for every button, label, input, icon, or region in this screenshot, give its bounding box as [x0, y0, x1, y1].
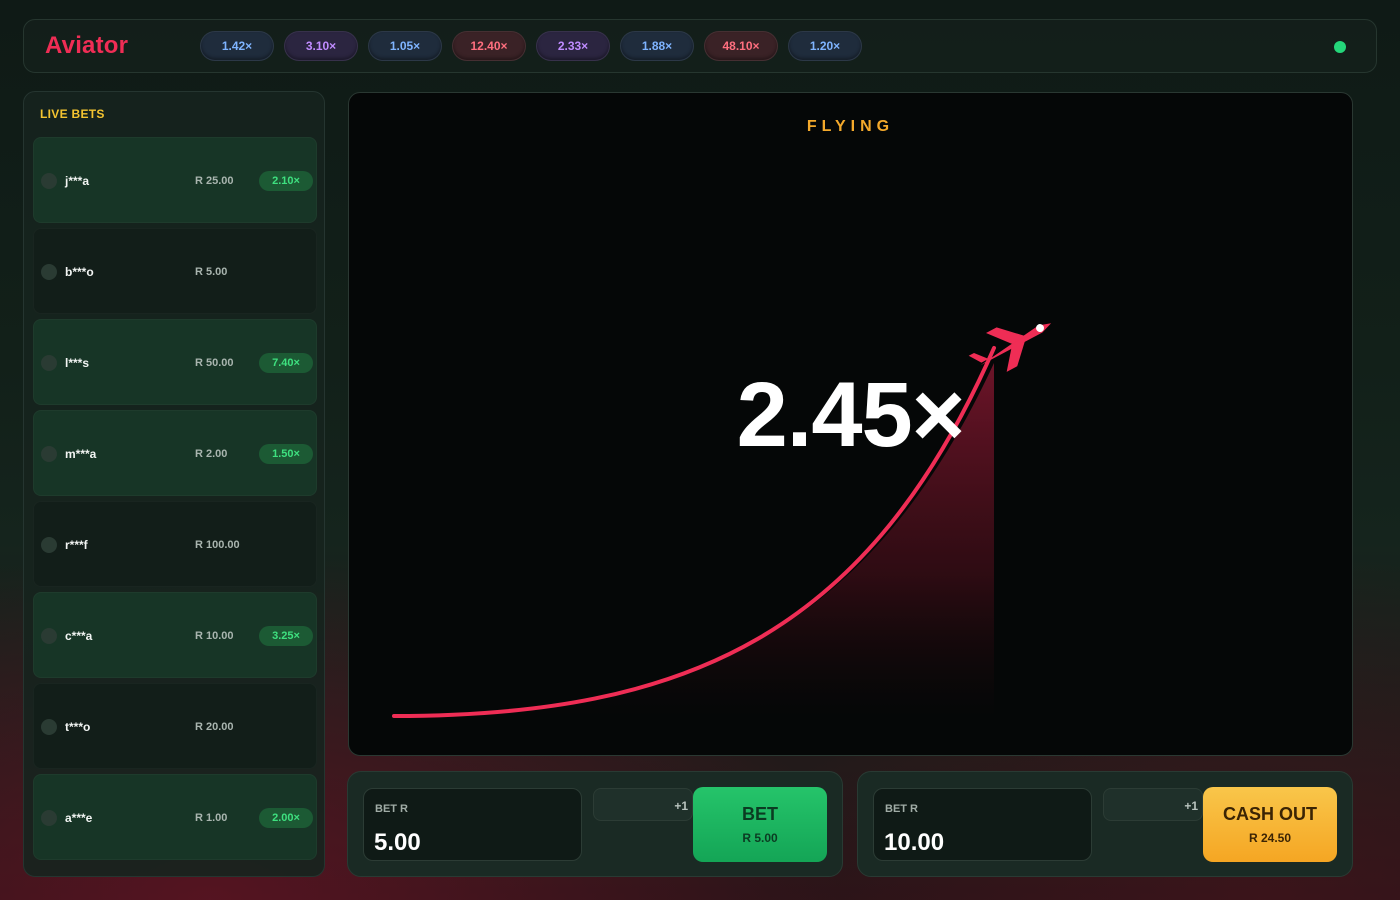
avatar — [41, 173, 57, 189]
bet-username: a***e — [65, 811, 93, 825]
bet-amount: R 2.00 — [195, 448, 228, 460]
increment-button[interactable]: +1 — [1103, 788, 1203, 821]
avatar — [41, 355, 57, 371]
history-chip[interactable]: 1.05× — [368, 31, 442, 61]
history-chip[interactable]: 1.42× — [200, 31, 274, 61]
bet-username: r***f — [65, 538, 88, 552]
live-bet-row: r***f R 100.00 — [33, 501, 317, 587]
history-chip[interactable]: 1.88× — [620, 31, 694, 61]
bet-amount: R 20.00 — [195, 721, 234, 733]
bet-amount-label: BET R — [885, 803, 918, 815]
history-chip[interactable]: 3.10× — [284, 31, 358, 61]
live-bet-row: t***o R 20.00 — [33, 683, 317, 769]
bet-amount: R 100.00 — [195, 539, 240, 551]
bet-amount: R 1.00 — [195, 812, 228, 824]
game-canvas: FLYING 2.45× — [348, 92, 1353, 756]
history-chip[interactable]: 2.33× — [536, 31, 610, 61]
bet-username: b***o — [65, 265, 94, 279]
live-bets-title: LIVE BETS — [40, 107, 105, 121]
live-bet-row: j***a R 25.00 2.10× — [33, 137, 317, 223]
bet-amount-field[interactable]: BET R 10.00 — [873, 788, 1092, 861]
bet-amount: R 10.00 — [195, 630, 234, 642]
live-bet-row: b***o R 5.00 — [33, 228, 317, 314]
live-bets-panel: LIVE BETS j***a R 25.00 2.10× b***o R 5.… — [23, 91, 325, 877]
increment-label: +1 — [674, 799, 688, 813]
bet-username: c***a — [65, 629, 93, 643]
bet-amount: R 50.00 — [195, 357, 234, 369]
bet-amount-field[interactable]: BET R 5.00 — [363, 788, 582, 861]
bet-button-amount: R 5.00 — [742, 831, 778, 845]
live-bets-list: j***a R 25.00 2.10× b***o R 5.00 l***s R… — [33, 137, 317, 865]
live-bet-row: l***s R 50.00 7.40× — [33, 319, 317, 405]
increment-label: +1 — [1184, 799, 1198, 813]
history-chip[interactable]: 12.40× — [452, 31, 526, 61]
bet-cashout-multiplier: 2.10× — [259, 171, 313, 191]
multiplier-history: 1.42× 3.10× 1.05× 12.40× 2.33× 1.88× 48.… — [200, 31, 862, 61]
bet-username: j***a — [65, 174, 90, 188]
history-chip[interactable]: 48.10× — [704, 31, 778, 61]
bet-button[interactable]: BET R 5.00 — [693, 787, 827, 862]
bet-username: l***s — [65, 356, 90, 370]
increment-button[interactable]: +1 — [593, 788, 693, 821]
cash-out-label: CASH OUT — [1223, 804, 1317, 824]
bet-cashout-multiplier: 3.25× — [259, 626, 313, 646]
bet-username: m***a — [65, 447, 97, 461]
avatar — [41, 810, 57, 826]
history-chip[interactable]: 1.20× — [788, 31, 862, 61]
bet-cashout-multiplier: 2.00× — [259, 808, 313, 828]
bet-amount: R 5.00 — [195, 266, 228, 278]
bet-cashout-multiplier: 1.50× — [259, 444, 313, 464]
round-state-label: FLYING — [806, 118, 895, 135]
bet-button-label: BET — [742, 804, 778, 824]
avatar — [41, 446, 57, 462]
avatar — [41, 719, 57, 735]
avatar — [41, 537, 57, 553]
top-bar: Aviator 1.42× 3.10× 1.05× 12.40× 2.33× 1… — [23, 19, 1377, 73]
current-multiplier: 2.45× — [736, 364, 966, 466]
live-bet-row: a***e R 1.00 2.00× — [33, 774, 317, 860]
live-bet-row: m***a R 2.00 1.50× — [33, 410, 317, 496]
bet-amount-label: BET R — [375, 803, 408, 815]
bet-cashout-multiplier: 7.40× — [259, 353, 313, 373]
avatar — [41, 628, 57, 644]
bet-amount-value[interactable]: 5.00 — [374, 829, 421, 857]
cash-out-button[interactable]: CASH OUT R 24.50 — [1203, 787, 1337, 862]
bet-amount: R 25.00 — [195, 175, 234, 187]
bet-panel-1: BET R 5.00 +1 BET R 5.00 — [347, 771, 843, 877]
connection-status-dot — [1334, 41, 1346, 53]
cash-out-amount: R 24.50 — [1248, 831, 1292, 845]
bet-username: t***o — [65, 720, 91, 734]
bet-amount-value[interactable]: 10.00 — [884, 829, 944, 857]
app-logo: Aviator — [45, 32, 129, 59]
live-bet-row: c***a R 10.00 3.25× — [33, 592, 317, 678]
avatar — [41, 264, 57, 280]
bet-panel-2: BET R 10.00 +1 CASH OUT R 24.50 — [857, 771, 1353, 877]
